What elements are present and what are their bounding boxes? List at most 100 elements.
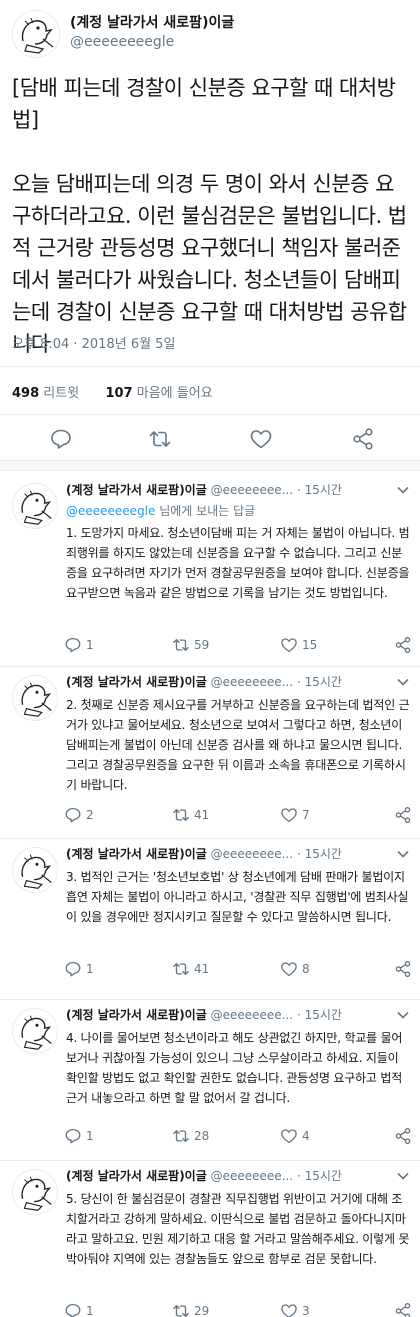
reply-actions: 1 28 4 bbox=[58, 1124, 420, 1148]
tweet-stats: 498 리트윗 107 마음에 들어요 bbox=[12, 382, 213, 401]
like-button[interactable]: 15 bbox=[280, 633, 317, 657]
share-button[interactable] bbox=[394, 633, 412, 657]
retweet-count: 41 bbox=[194, 808, 210, 822]
chevron-down-icon bbox=[397, 486, 409, 494]
retweet-button[interactable]: 41 bbox=[172, 957, 209, 981]
main-tweet: (계정 날라가서 새로팜)이글 @eeeeeeeegle [담배 피는데 경찰이… bbox=[0, 0, 420, 460]
reply-button[interactable]: 1 bbox=[64, 1124, 94, 1148]
chevron-down-icon bbox=[397, 850, 409, 858]
reply-header: (계정 날라가서 새로팜)이글 @eeeeeeee... · 15시간 bbox=[66, 481, 411, 498]
more-options-button[interactable] bbox=[396, 1007, 410, 1026]
share-icon bbox=[395, 806, 411, 824]
retweet-button[interactable]: 28 bbox=[172, 1124, 209, 1148]
retweet-button[interactable] bbox=[143, 422, 177, 456]
retweet-button[interactable]: 41 bbox=[172, 803, 209, 827]
eagle-avatar-icon bbox=[13, 848, 57, 892]
retweet-count: 29 bbox=[194, 1304, 210, 1317]
share-icon bbox=[395, 960, 411, 978]
reply-count: 1 bbox=[86, 638, 94, 652]
reply-icon bbox=[65, 807, 81, 823]
retweet-icon bbox=[149, 431, 171, 447]
reply-button[interactable]: 1 bbox=[64, 1299, 94, 1317]
reply-icon bbox=[65, 961, 81, 977]
reply-icon bbox=[51, 429, 71, 449]
handle[interactable]: @eeeeeeeegle bbox=[70, 34, 174, 50]
reply-actions: 1 41 8 bbox=[58, 957, 420, 981]
reply-actions: 1 29 3 bbox=[58, 1299, 420, 1317]
more-options-button[interactable] bbox=[396, 846, 410, 865]
retweet-icon bbox=[173, 1305, 189, 1317]
heart-icon bbox=[281, 962, 297, 977]
retweet-icon bbox=[173, 639, 189, 651]
reply-tweet[interactable]: (계정 날라가서 새로팜)이글 @eeeeeeee... · 15시간 3. 법… bbox=[0, 839, 420, 1000]
reply-to-handle[interactable]: @eeeeeeeegle bbox=[66, 504, 155, 518]
reply-button[interactable]: 1 bbox=[64, 633, 94, 657]
reply-tweet[interactable]: (계정 날라가서 새로팜)이글 @eeeeeeee... · 15시간 @eee… bbox=[0, 475, 420, 667]
reply-time[interactable]: · 15시간 bbox=[297, 1008, 342, 1022]
reply-icon bbox=[65, 637, 81, 653]
handle[interactable]: @eeeeeeee... bbox=[211, 675, 294, 689]
heart-icon bbox=[250, 430, 272, 449]
share-button[interactable] bbox=[346, 422, 380, 456]
handle[interactable]: @eeeeeeee... bbox=[211, 847, 294, 861]
retweet-count[interactable]: 498 bbox=[12, 386, 39, 401]
heart-icon bbox=[281, 1129, 297, 1144]
like-button[interactable] bbox=[244, 422, 278, 456]
like-button[interactable]: 4 bbox=[280, 1124, 310, 1148]
reply-header: (계정 날라가서 새로팜)이글 @eeeeeeee... · 15시간 bbox=[66, 845, 411, 862]
like-count: 3 bbox=[302, 1304, 310, 1317]
reply-button[interactable]: 1 bbox=[64, 957, 94, 981]
more-options-button[interactable] bbox=[396, 1168, 410, 1187]
reply-time[interactable]: · 15시간 bbox=[297, 1169, 342, 1183]
like-count[interactable]: 107 bbox=[105, 386, 132, 401]
tweet-actions bbox=[0, 416, 420, 458]
tweet-timestamp[interactable]: 오후 8:04 · 2018년 6월 5일 bbox=[12, 333, 175, 352]
reply-time[interactable]: · 15시간 bbox=[297, 483, 342, 497]
avatar[interactable] bbox=[12, 1169, 58, 1215]
like-button[interactable]: 7 bbox=[280, 803, 310, 827]
separator bbox=[0, 366, 420, 367]
reply-button[interactable]: 2 bbox=[64, 803, 94, 827]
share-button[interactable] bbox=[394, 957, 412, 981]
avatar[interactable] bbox=[12, 1008, 58, 1054]
like-label[interactable]: 마음에 들어요 bbox=[137, 386, 213, 401]
share-button[interactable] bbox=[394, 1124, 412, 1148]
chevron-down-icon bbox=[397, 1172, 409, 1180]
tweet-text: 오늘 담배피는데 의경 두 명이 와서 신분증 요구하더라고요. 이런 불심검문… bbox=[12, 172, 407, 356]
share-button[interactable] bbox=[394, 1299, 412, 1317]
reply-tweet[interactable]: (계정 날라가서 새로팜)이글 @eeeeeeee... · 15시간 4. 나… bbox=[0, 1000, 420, 1161]
retweet-button[interactable]: 59 bbox=[172, 633, 209, 657]
display-name[interactable]: (계정 날라가서 새로팜)이글 bbox=[66, 1008, 207, 1022]
reply-tweet[interactable]: (계정 날라가서 새로팜)이글 @eeeeeeee... · 15시간 5. 당… bbox=[0, 1161, 420, 1317]
reply-tweet[interactable]: (계정 날라가서 새로팜)이글 @eeeeeeee... · 15시간 2. 첫… bbox=[0, 667, 420, 839]
reply-actions: 1 59 15 bbox=[58, 633, 420, 657]
display-name[interactable]: (계정 날라가서 새로팜)이글 bbox=[70, 12, 234, 32]
like-button[interactable]: 8 bbox=[280, 957, 310, 981]
avatar[interactable] bbox=[12, 675, 58, 721]
avatar[interactable] bbox=[12, 847, 58, 893]
retweet-count: 59 bbox=[194, 638, 210, 652]
retweet-button[interactable]: 29 bbox=[172, 1299, 209, 1317]
share-button[interactable] bbox=[394, 803, 412, 827]
like-button[interactable]: 3 bbox=[280, 1299, 310, 1317]
avatar[interactable] bbox=[12, 10, 60, 58]
handle[interactable]: @eeeeeeee... bbox=[211, 483, 294, 497]
reply-time[interactable]: · 15시간 bbox=[297, 847, 342, 861]
reply-button[interactable] bbox=[44, 422, 78, 456]
display-name[interactable]: (계정 날라가서 새로팜)이글 bbox=[66, 675, 207, 689]
chevron-down-icon bbox=[397, 1011, 409, 1019]
display-name[interactable]: (계정 날라가서 새로팜)이글 bbox=[66, 847, 207, 861]
more-options-button[interactable] bbox=[396, 482, 410, 501]
reply-icon bbox=[65, 1128, 81, 1144]
reply-count: 1 bbox=[86, 1129, 94, 1143]
avatar[interactable] bbox=[12, 483, 58, 529]
handle[interactable]: @eeeeeeee... bbox=[211, 1008, 294, 1022]
reply-time[interactable]: · 15시간 bbox=[297, 675, 342, 689]
display-name[interactable]: (계정 날라가서 새로팜)이글 bbox=[66, 483, 207, 497]
like-count: 8 bbox=[302, 962, 310, 976]
handle[interactable]: @eeeeeeee... bbox=[211, 1169, 294, 1183]
retweet-label[interactable]: 리트윗 bbox=[43, 386, 79, 401]
reply-actions: 2 41 7 bbox=[58, 803, 420, 827]
more-options-button[interactable] bbox=[396, 674, 410, 693]
display-name[interactable]: (계정 날라가서 새로팜)이글 bbox=[66, 1169, 207, 1183]
